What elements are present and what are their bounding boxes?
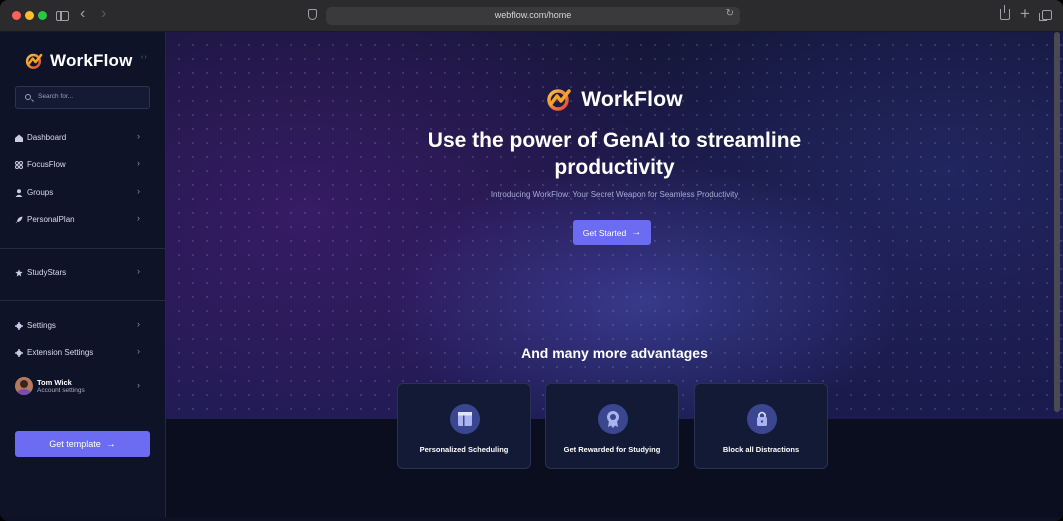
maximize-window-button[interactable] xyxy=(38,11,47,20)
sidebar-brand-name: WorkFlow xyxy=(50,51,133,70)
sidebar-divider xyxy=(0,248,165,249)
advantage-card-label: Block all Distractions xyxy=(722,445,800,454)
advantage-card-rewards[interactable]: Get Rewarded for Studying xyxy=(545,383,679,469)
tab-overview-icon[interactable] xyxy=(1039,10,1052,21)
address-bar[interactable]: webflow.com/home ↻ xyxy=(326,7,740,25)
advantage-card-label: Personalized Scheduling xyxy=(419,445,509,454)
user-subtitle: Account settings xyxy=(37,387,85,394)
workflow-logo-icon xyxy=(25,52,44,70)
browser-toolbar: ‹ › webflow.com/home ↻ + xyxy=(0,0,1063,32)
arrow-right-icon: → xyxy=(631,227,642,238)
sidebar-divider xyxy=(0,300,165,301)
sidebar-item-label: PersonalPlan xyxy=(27,215,75,224)
sidebar-item-label: Groups xyxy=(27,188,54,197)
advantage-card-label: Get Rewarded for Studying xyxy=(563,445,661,454)
sidebar-item-label: Settings xyxy=(27,321,56,330)
hero-subheadline: Introducing WorkFlow: Your Secret Weapon… xyxy=(490,190,739,199)
grid-icon xyxy=(15,161,23,169)
sidebar-item-focusflow[interactable]: FocusFlow › xyxy=(0,155,165,177)
layout-icon xyxy=(450,404,480,434)
chevron-right-icon: › xyxy=(137,319,140,329)
chevron-right-icon: › xyxy=(137,186,140,196)
sidebar-item-studystars[interactable]: StudyStars › xyxy=(0,263,165,285)
sidebar-item-dashboard[interactable]: Dashboard › xyxy=(0,128,165,150)
home-icon xyxy=(15,134,23,142)
get-template-button[interactable]: Get template → xyxy=(15,431,150,457)
sidebar-item-label: Extension Settings xyxy=(27,348,94,357)
gear-icon xyxy=(15,349,23,357)
chevron-right-icon: › xyxy=(137,346,140,356)
browser-window: ‹ › webflow.com/home ↻ + WorkFlow ‹› Sea… xyxy=(0,0,1063,521)
collapse-sidebar-icon[interactable]: ‹› xyxy=(141,54,148,61)
workflow-logo-icon xyxy=(546,87,573,112)
rocket-icon xyxy=(15,216,23,224)
search-icon xyxy=(25,94,31,100)
chevron-right-icon: › xyxy=(137,131,140,141)
award-icon xyxy=(598,404,628,434)
forward-arrow-icon[interactable]: › xyxy=(101,4,106,24)
privacy-shield-icon[interactable] xyxy=(308,9,317,20)
advantage-card-scheduling[interactable]: Personalized Scheduling xyxy=(397,383,531,469)
sidebar-item-label: FocusFlow xyxy=(27,160,66,169)
sidebar-item-label: Dashboard xyxy=(27,133,67,142)
hero-brand-name: WorkFlow xyxy=(581,87,683,111)
reload-icon[interactable]: ↻ xyxy=(726,8,734,19)
arrow-right-icon: → xyxy=(105,438,116,450)
user-name: Tom Wick xyxy=(37,378,72,387)
hero-headline: Use the power of GenAI to streamline pro… xyxy=(427,129,802,179)
sidebar-item-extension-settings[interactable]: Extension Settings › xyxy=(0,343,165,365)
sidebar-item-personalplan[interactable]: PersonalPlan › xyxy=(0,210,165,232)
sidebar-item-settings[interactable]: Settings › xyxy=(0,316,165,338)
advantage-card-distractions[interactable]: Block all Distractions xyxy=(694,383,828,469)
lock-icon xyxy=(747,404,777,434)
advantages-title: And many more advantages xyxy=(521,345,708,361)
search-input[interactable]: Search for... xyxy=(15,86,150,109)
gear-icon xyxy=(15,322,23,330)
star-icon xyxy=(15,269,23,277)
sidebar-brand[interactable]: WorkFlow xyxy=(25,50,133,72)
sidebar-item-groups[interactable]: Groups › xyxy=(0,183,165,205)
minimize-window-button[interactable] xyxy=(25,11,34,20)
chevron-right-icon: › xyxy=(137,158,140,168)
chevron-right-icon: › xyxy=(137,266,140,276)
get-started-button[interactable]: Get Started → xyxy=(573,220,651,245)
sidebar-toggle-icon[interactable] xyxy=(56,11,69,21)
sidebar: WorkFlow ‹› Search for... Dashboard › Fo… xyxy=(0,32,166,517)
url-text: webflow.com/home xyxy=(494,10,572,20)
user-icon xyxy=(15,189,23,197)
share-icon[interactable] xyxy=(1000,5,1010,20)
avatar xyxy=(15,377,33,395)
account-settings-item[interactable]: Tom Wick Account settings › xyxy=(0,374,165,400)
get-template-label: Get template xyxy=(49,439,101,449)
close-window-button[interactable] xyxy=(12,11,21,20)
get-started-label: Get Started xyxy=(582,227,627,238)
new-tab-icon[interactable]: + xyxy=(1020,4,1030,24)
back-arrow-icon[interactable]: ‹ xyxy=(80,4,85,24)
search-placeholder: Search for... xyxy=(38,93,74,100)
sidebar-item-label: StudyStars xyxy=(27,268,67,277)
main-content: WorkFlow Use the power of GenAI to strea… xyxy=(166,32,1063,517)
page-scrollbar[interactable] xyxy=(1054,32,1060,412)
hero-brand: WorkFlow xyxy=(166,87,1063,112)
chevron-right-icon: › xyxy=(137,213,140,223)
chevron-right-icon: › xyxy=(137,380,140,390)
